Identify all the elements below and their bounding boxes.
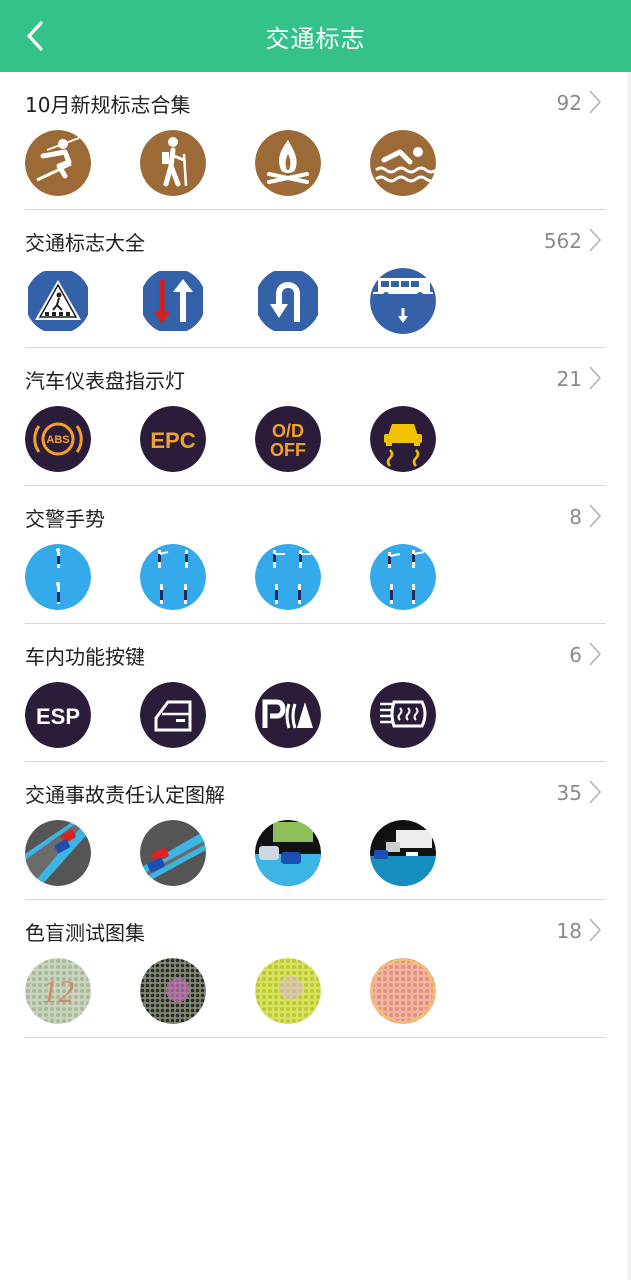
section-title: 色盲测试图集 xyxy=(25,921,145,945)
section-title: 汽车仪表盘指示灯 xyxy=(25,369,185,393)
accident-diagram-4-icon[interactable] xyxy=(370,820,436,886)
section-title: 交警手势 xyxy=(25,507,105,531)
section-car-buttons: 车内功能按键 6 ESP xyxy=(25,624,606,762)
od-off-icon[interactable]: O/D OFF xyxy=(255,406,321,472)
bus-lane-icon[interactable] xyxy=(370,268,436,334)
chevron-right-icon xyxy=(589,642,602,666)
plate-number: 12 xyxy=(42,973,74,1009)
section-dashboard-lights: 汽车仪表盘指示灯 21 ABS EPC O/D OFF xyxy=(25,348,606,486)
section-traffic-signs: 交通标志大全 562 xyxy=(25,210,606,348)
section-header[interactable]: 交通标志大全 562 xyxy=(25,210,606,268)
chevron-left-icon xyxy=(27,21,43,51)
app-header: 交通标志 xyxy=(0,0,631,72)
police-gesture-4-icon[interactable] xyxy=(370,544,436,610)
section-count: 18 xyxy=(556,919,582,943)
section-header[interactable]: 车内功能按键 6 xyxy=(25,624,606,682)
police-gesture-3-icon[interactable] xyxy=(255,544,321,610)
section-header[interactable]: 色盲测试图集 18 xyxy=(25,900,606,958)
back-button[interactable] xyxy=(14,18,54,54)
section-title: 车内功能按键 xyxy=(25,645,145,669)
section-header[interactable]: 交通事故责任认定图解 35 xyxy=(25,762,606,820)
swimming-icon[interactable] xyxy=(370,130,436,196)
abs-text: ABS xyxy=(46,434,69,446)
chevron-right-icon xyxy=(589,504,602,528)
accident-diagram-1-icon[interactable] xyxy=(25,820,91,886)
section-header[interactable]: 交警手势 8 xyxy=(25,486,606,544)
chevron-right-icon xyxy=(589,366,602,390)
accident-diagram-2-icon[interactable] xyxy=(140,820,206,886)
section-header[interactable]: 10月新规标志合集 92 xyxy=(25,72,606,130)
chevron-right-icon xyxy=(589,918,602,942)
section-accident-liability: 交通事故责任认定图解 35 xyxy=(25,762,606,900)
epc-warning-icon[interactable]: EPC xyxy=(140,406,206,472)
section-title: 交通事故责任认定图解 xyxy=(25,783,225,807)
color-plate-12-icon[interactable]: 12 xyxy=(25,958,91,1024)
off-text: OFF xyxy=(270,440,306,460)
accident-diagram-3-icon[interactable] xyxy=(255,820,321,886)
section-count: 35 xyxy=(556,781,582,805)
section-new-signs: 10月新规标志合集 92 xyxy=(25,72,606,210)
section-count: 562 xyxy=(543,229,582,253)
section-title: 10月新规标志合集 xyxy=(25,93,191,117)
police-gesture-2-icon[interactable] xyxy=(140,544,206,610)
campfire-icon[interactable] xyxy=(255,130,321,196)
chevron-right-icon xyxy=(589,90,602,114)
police-gesture-1-icon[interactable] xyxy=(25,544,91,610)
section-police-gestures: 交警手势 8 xyxy=(25,486,606,624)
pedestrian-crossing-icon[interactable] xyxy=(25,268,91,334)
hiking-icon[interactable] xyxy=(140,130,206,196)
windshield-heater-icon[interactable] xyxy=(370,682,436,748)
esp-button-icon[interactable]: ESP xyxy=(25,682,91,748)
skiing-icon[interactable] xyxy=(25,130,91,196)
color-plate-4-icon[interactable] xyxy=(370,958,436,1024)
color-plate-2-icon[interactable] xyxy=(140,958,206,1024)
page-title: 交通标志 xyxy=(265,24,366,53)
two-way-traffic-icon[interactable] xyxy=(140,268,206,334)
epc-text: EPC xyxy=(150,428,195,453)
parking-sensor-icon[interactable] xyxy=(255,682,321,748)
section-count: 8 xyxy=(569,505,582,529)
section-count: 92 xyxy=(556,91,582,115)
od-text: O/D xyxy=(272,421,304,441)
color-plate-3-icon[interactable] xyxy=(255,958,321,1024)
esp-text: ESP xyxy=(36,704,80,729)
section-title: 交通标志大全 xyxy=(25,231,145,255)
car-door-icon[interactable] xyxy=(140,682,206,748)
chevron-right-icon xyxy=(589,780,602,804)
section-color-blind-test: 色盲测试图集 18 12 xyxy=(25,900,606,1038)
u-turn-icon[interactable] xyxy=(255,268,321,334)
traction-control-icon[interactable] xyxy=(370,406,436,472)
section-header[interactable]: 汽车仪表盘指示灯 21 xyxy=(25,348,606,406)
section-count: 6 xyxy=(569,643,582,667)
section-count: 21 xyxy=(556,367,582,391)
abs-warning-icon[interactable]: ABS xyxy=(25,406,91,472)
chevron-right-icon xyxy=(589,228,602,252)
